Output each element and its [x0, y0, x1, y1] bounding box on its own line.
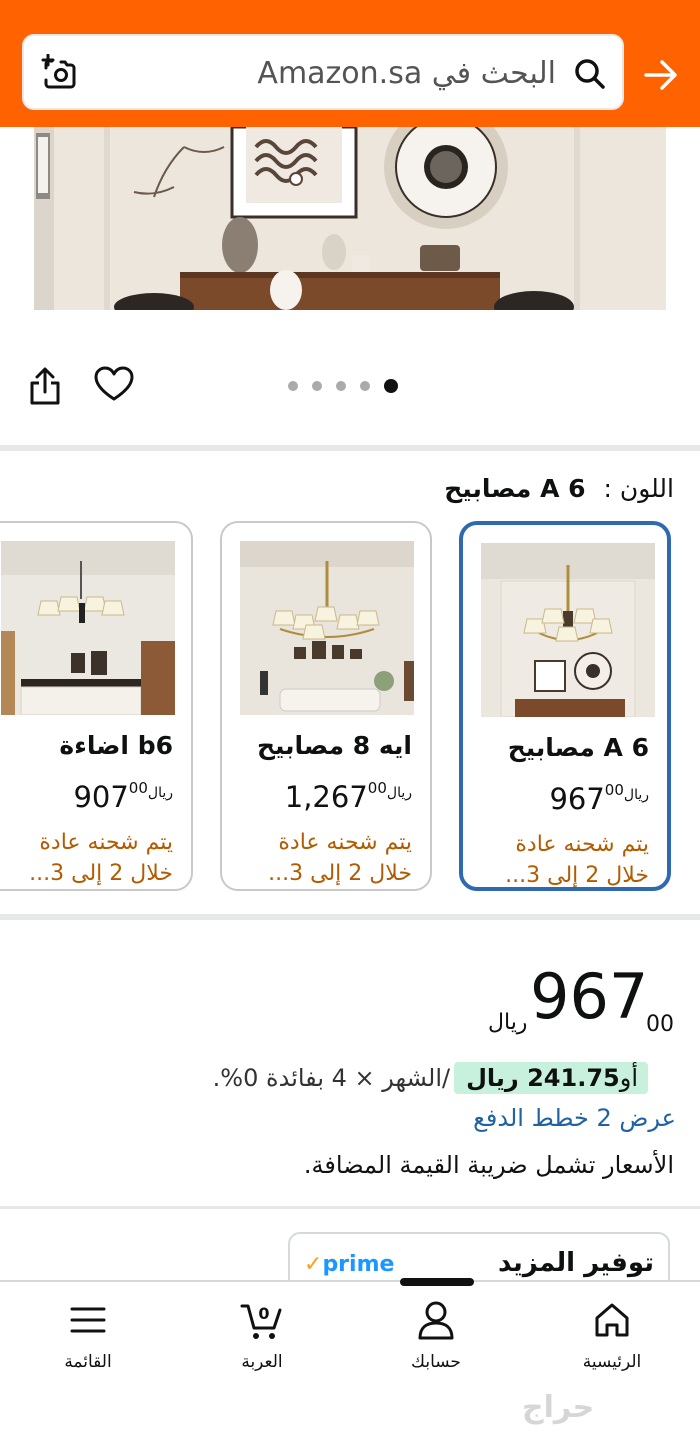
pagination-dot[interactable] [336, 381, 346, 391]
nav-cart[interactable]: 0 العربة [202, 1298, 322, 1372]
cart-count: 0 [258, 1304, 269, 1323]
variant-card[interactable]: b6 اضاءة ريال90700 يتم شحنه عادة خلال 2 … [0, 521, 193, 891]
top-bar: البحث في Amazon.sa [0, 0, 700, 127]
variant-title: b6 اضاءة [59, 731, 173, 760]
variant-card-selected[interactable]: 6 A مصابيح ريال96700 يتم شحنه عادة خلال … [459, 521, 671, 891]
share-icon[interactable] [28, 366, 62, 406]
payment-plans-link[interactable]: عرض 2 خطط الدفع [473, 1104, 676, 1132]
installment-highlight: أو241.75 ريال [454, 1062, 648, 1094]
variant-shipping-note: يتم شحنه عادة خلال 2 إلى 3... [505, 832, 649, 888]
search-icon[interactable] [572, 56, 608, 92]
camera-search-icon[interactable] [40, 54, 80, 94]
variant-selected-value: 6 A مصابيح [444, 474, 586, 503]
menu-icon [70, 1307, 106, 1333]
home-icon [595, 1303, 629, 1337]
price-currency: ريال [488, 1010, 528, 1035]
product-price: ريال 967 00 [488, 960, 674, 1038]
variant-shipping-note: يتم شحنه عادة خلال 2 إلى 3... [29, 830, 173, 886]
nav-account[interactable]: حسابك [376, 1298, 496, 1372]
pagination-dot[interactable] [288, 381, 298, 391]
search-box[interactable]: البحث في Amazon.sa [22, 34, 624, 110]
pagination-dot[interactable] [312, 381, 322, 391]
active-tab-indicator [400, 1278, 474, 1286]
search-input[interactable]: البحث في Amazon.sa [257, 56, 556, 91]
pagination-dot[interactable] [360, 381, 370, 391]
variant-label: اللون : [603, 474, 674, 503]
installment-offer: أو241.75 ريال/الشهر × 4 بفائدة 0%. [212, 1062, 648, 1094]
image-pagination [288, 378, 398, 394]
variant-card[interactable]: ايه 8 مصابيح ريال1,26700 يتم شحنه عادة خ… [220, 521, 432, 891]
prime-logo: ✓prime [304, 1252, 395, 1277]
bottom-navigation: الرئيسية حسابك 0 العربة القائمة [0, 1280, 700, 1437]
back-arrow-icon[interactable] [642, 56, 680, 94]
vat-note: الأسعار تشمل ضريبة القيمة المضافة. [303, 1151, 674, 1179]
nav-label: حسابك [411, 1352, 461, 1372]
variant-price: ريال96700 [549, 781, 649, 816]
nav-home[interactable]: الرئيسية [552, 1298, 672, 1372]
prime-card-title: توفير المزيد [498, 1248, 654, 1278]
nav-label: القائمة [64, 1352, 112, 1372]
nav-menu[interactable]: القائمة [28, 1298, 148, 1372]
pagination-dot-active[interactable] [384, 379, 398, 393]
section-divider [0, 1206, 700, 1209]
heart-icon[interactable] [94, 366, 134, 402]
variant-price: ريال90700 [73, 779, 173, 814]
section-divider [0, 914, 700, 920]
nav-label: العربة [241, 1352, 283, 1372]
watermark: حراج [522, 1390, 595, 1425]
variant-thumbnail [240, 541, 414, 715]
variant-title: ايه 8 مصابيح [256, 731, 412, 760]
cart-icon: 0 [240, 1304, 282, 1339]
variant-title: 6 A مصابيح [507, 733, 649, 762]
account-icon [418, 1301, 454, 1340]
installment-terms: /الشهر × 4 بفائدة 0%. [212, 1064, 451, 1092]
price-whole: 967 [530, 960, 649, 1033]
variant-price: ريال1,26700 [284, 779, 412, 814]
variant-thumbnail [481, 543, 655, 717]
nav-label: الرئيسية [582, 1352, 642, 1372]
product-image[interactable] [34, 127, 666, 310]
section-divider [0, 445, 700, 451]
variant-thumbnail [1, 541, 175, 715]
variant-label-row: اللون : 6 A مصابيح [444, 474, 674, 503]
price-fraction: 00 [646, 1012, 674, 1037]
variant-shipping-note: يتم شحنه عادة خلال 2 إلى 3... [268, 830, 412, 886]
